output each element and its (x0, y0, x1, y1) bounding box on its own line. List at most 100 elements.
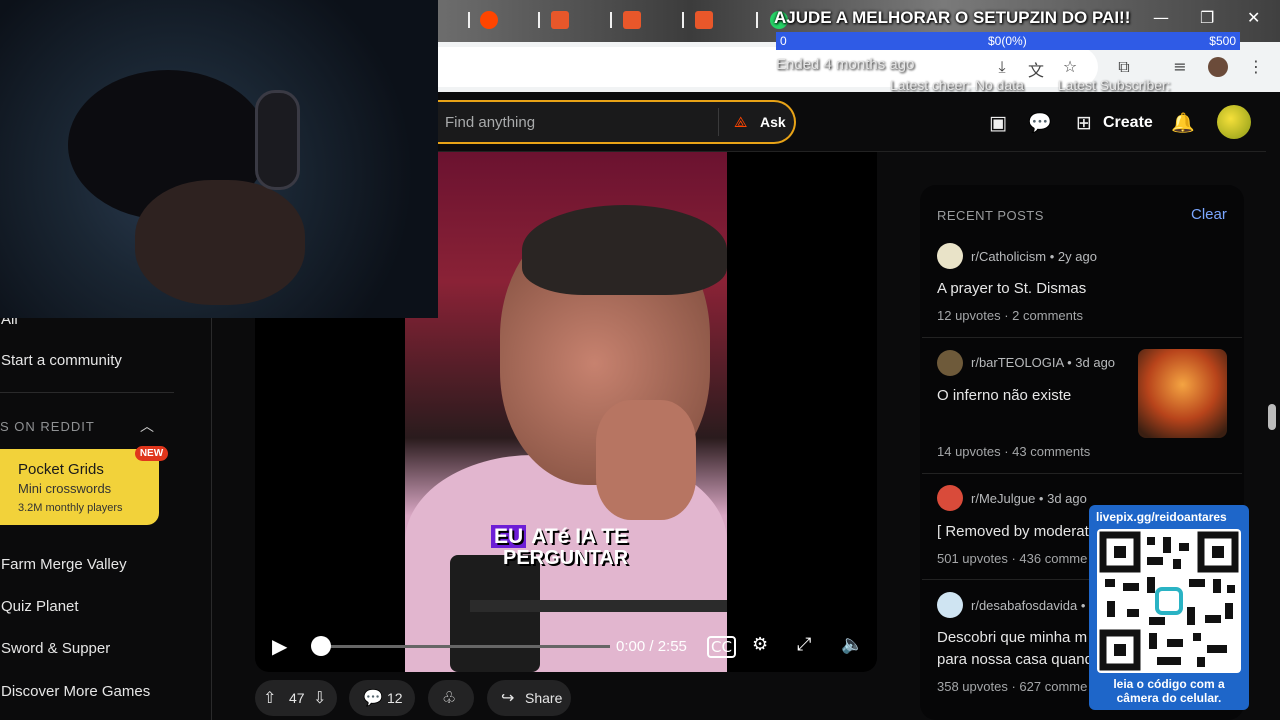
recent-post-meta: 14 upvotes · 43 comments (937, 444, 1091, 459)
share-label: Share (525, 690, 563, 706)
sidebar-game-farm-merge-valley[interactable]: Farm Merge Valley (1, 556, 127, 573)
recent-post-thumbnail[interactable] (1138, 349, 1227, 438)
subreddit-name[interactable]: r/MeJulgue (971, 491, 1035, 506)
donation-min: 0 (780, 34, 787, 48)
advertise-icon[interactable]: ▣ (986, 111, 1010, 135)
profile-avatar-icon[interactable] (1208, 57, 1228, 77)
recent-post-subreddit[interactable]: r/desabafosdavida • (971, 598, 1085, 613)
recent-post-title[interactable]: O inferno não existe (937, 387, 1137, 404)
subreddit-icon[interactable] (937, 243, 963, 269)
vote-control: ⇧ 47 ⇩ (255, 680, 337, 716)
chat-icon[interactable]: 💬 (1028, 111, 1052, 135)
donation-max: $500 (1209, 34, 1236, 48)
tab-separator (538, 12, 540, 28)
donation-goal-title: AJUDE A MELHORAR O SETUPZIN DO PAI!! (774, 8, 1131, 27)
clear-recent-button[interactable]: Clear (1191, 206, 1227, 223)
play-icon[interactable]: ▶ (272, 634, 287, 658)
extensions-icon[interactable]: ⧉ (1114, 57, 1134, 77)
subreddit-icon[interactable] (937, 350, 963, 376)
recent-divider (922, 473, 1242, 474)
recent-post-title[interactable]: A prayer to St. Dismas (937, 280, 1137, 297)
browser-menu-icon[interactable]: ⋮ (1246, 57, 1266, 77)
video-seek-bar[interactable] (320, 645, 610, 648)
comments-count: 627 comme (1019, 679, 1088, 694)
pocket-grids-players: 3.2M monthly players (18, 502, 123, 514)
downvote-icon[interactable]: ⇩ (313, 688, 326, 707)
comment-count: 12 (387, 690, 403, 706)
seek-handle[interactable] (311, 636, 331, 656)
search-placeholder: Find anything (445, 114, 536, 131)
subreddit-name[interactable]: r/Catholicism (971, 249, 1046, 264)
recent-post-subreddit[interactable]: r/barTEOLOGIA • 3d ago (971, 355, 1115, 370)
maximize-icon[interactable]: ❐ (1200, 8, 1214, 27)
post-age: 3d ago (1047, 491, 1087, 506)
scrollbar-thumb[interactable] (1268, 404, 1276, 430)
settings-gear-icon[interactable]: ⚙ (752, 634, 768, 655)
recent-divider (922, 337, 1242, 338)
reddit-answers-icon[interactable]: ⟁ (734, 113, 752, 131)
subtitle-highlight: EU (491, 525, 527, 548)
donation-progress-bar: 0 $0(0%) $500 (776, 32, 1240, 50)
reddit-tab-icon[interactable] (480, 11, 498, 29)
recent-posts-title: RECENT POSTS (937, 208, 1044, 223)
latest-cheer: Latest cheer: No data (890, 77, 1024, 93)
upvote-icon[interactable]: ⇧ (263, 688, 276, 707)
comment-icon: 💬 (363, 688, 383, 707)
install-app-icon[interactable]: ⤓ (992, 57, 1012, 77)
bookmark-tab-icon[interactable] (695, 11, 713, 29)
comments-count: 436 comme (1019, 551, 1088, 566)
recent-post-meta: 358 upvotes · 627 comme (937, 679, 1088, 694)
sidebar-item-start-community[interactable]: Start a community (1, 352, 122, 369)
subreddit-icon[interactable] (937, 592, 963, 618)
comments-button[interactable]: 💬 12 (349, 680, 415, 716)
video-subtitle-line1: EU ATé IA TE (491, 525, 628, 549)
headphones-icon (255, 90, 300, 190)
recent-post-subreddit[interactable]: r/Catholicism • 2y ago (971, 249, 1097, 264)
closed-captions-icon[interactable]: CC (707, 636, 736, 658)
tab-separator (468, 12, 470, 28)
bookmark-star-icon[interactable]: ☆ (1060, 57, 1080, 77)
upvote-count: 14 upvotes (937, 444, 1001, 459)
subreddit-name[interactable]: r/desabafosdavida (971, 598, 1077, 613)
bookmark-tab-icon[interactable] (623, 11, 641, 29)
share-icon: ↪ (501, 688, 515, 707)
volume-icon[interactable]: 🔈 (841, 634, 863, 655)
tab-separator (682, 12, 684, 28)
minimize-icon[interactable]: — (1153, 8, 1169, 27)
tab-separator (756, 12, 758, 28)
create-button[interactable]: Create (1103, 114, 1153, 132)
video-microphone (450, 555, 540, 672)
latest-subscriber: Latest Subscriber: (1057, 77, 1171, 93)
sidebar-game-quiz-planet[interactable]: Quiz Planet (1, 598, 79, 615)
games-section-heading[interactable]: S ON REDDIT (0, 419, 95, 434)
bookmark-tab-icon[interactable] (551, 11, 569, 29)
close-icon[interactable]: ✕ (1247, 8, 1260, 27)
subreddit-name[interactable]: r/barTEOLOGIA (971, 355, 1063, 370)
media-control-icon[interactable]: ≡ (1170, 57, 1190, 77)
upvote-count: 501 upvotes (937, 551, 1008, 566)
qr-code (1097, 529, 1241, 673)
search-divider (718, 108, 719, 136)
webcam-person-face (135, 180, 305, 305)
upvote-count: 12 upvotes (937, 308, 1001, 323)
new-badge: NEW (135, 446, 168, 461)
fullscreen-icon[interactable]: ⤢ (797, 634, 811, 655)
recent-post-meta: 501 upvotes · 436 comme (937, 551, 1088, 566)
share-button[interactable]: ↪ Share (487, 680, 571, 716)
sidebar-discover-more-games[interactable]: Discover More Games (1, 683, 150, 700)
streamer-webcam (0, 0, 438, 318)
create-plus-icon[interactable]: ⊞ (1072, 111, 1096, 135)
translate-icon[interactable]: 文 (1026, 57, 1046, 80)
recent-post-subreddit[interactable]: r/MeJulgue • 3d ago (971, 491, 1087, 506)
award-button[interactable]: ♧ (428, 680, 474, 716)
ask-button[interactable]: Ask (760, 114, 786, 130)
sidebar-game-sword-supper[interactable]: Sword & Supper (1, 640, 110, 657)
notifications-bell-icon[interactable]: 🔔 (1171, 111, 1195, 135)
post-age: 3d ago (1075, 355, 1116, 370)
user-avatar[interactable] (1217, 105, 1251, 139)
video-time: 0:00 / 2:55 (616, 638, 687, 655)
chevron-up-icon[interactable]: ︿ (140, 416, 154, 436)
qr-caption: leia o código com a câmera do celular. (1113, 677, 1225, 705)
subreddit-icon[interactable] (937, 485, 963, 511)
video-subtitle-line2: PERGUNTAR (503, 547, 629, 569)
